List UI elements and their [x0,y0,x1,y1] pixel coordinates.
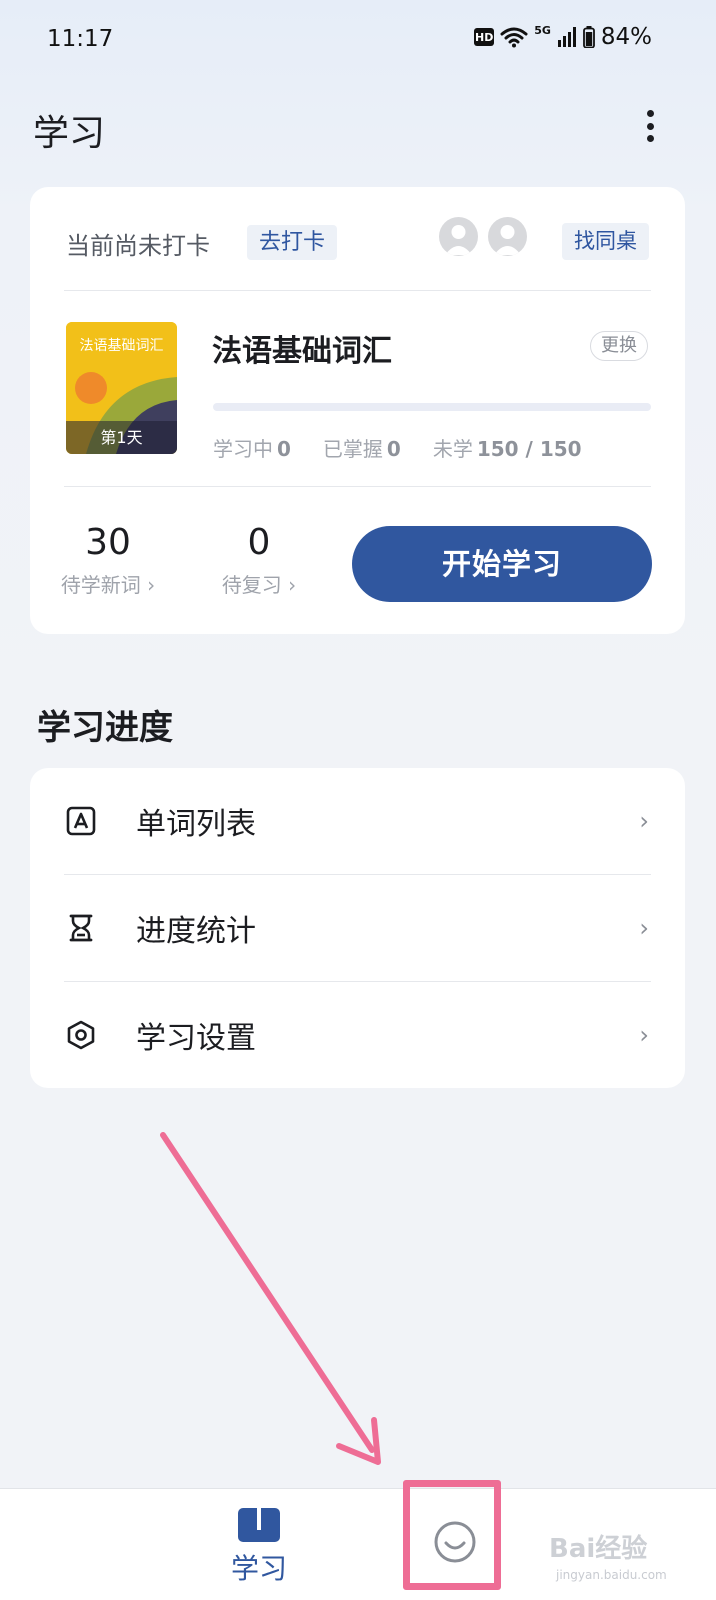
wifi-icon [500,27,528,48]
stat-learning: 学习中 0 [213,437,291,461]
book-cover-day: 第1天 [66,421,177,454]
book-cover-title: 法语基础词汇 [79,338,164,354]
page-title: 学习 [33,113,106,154]
avatar[interactable] [439,217,478,256]
find-deskmate-button[interactable]: 找同桌 [562,223,649,260]
chevron-right-icon: › [639,914,649,942]
nav-tab-study[interactable]: 学习 [224,1507,294,1587]
menu-item-label: 学习设置 [136,1021,256,1056]
stat-mastered: 已掌握 0 [322,437,401,461]
user-placeholder-icon [445,225,472,255]
more-dot-icon [646,110,654,117]
divider [64,290,651,291]
start-learning-button[interactable]: 开始学习 [352,526,652,602]
book-name: 法语基础词汇 [212,334,392,369]
watermark-logo: Bai经验 [549,1534,648,1564]
avatar[interactable] [488,217,527,256]
network-label: 5G [534,24,551,37]
menu-item-study-settings[interactable]: 学习设置 › [30,982,685,1088]
status-time: 11:17 [47,26,114,52]
menu-item-label: 单词列表 [136,807,256,842]
more-menu-button[interactable] [640,106,660,146]
more-dot-icon [646,135,654,142]
settings-hexagon-icon [67,1020,95,1050]
new-words-block[interactable]: 30 待学新词 › [60,522,156,598]
word-list-icon [66,806,96,836]
hourglass-icon [69,914,93,942]
switch-book-button[interactable]: 更换 [590,331,648,361]
watermark-url: jingyan.baidu.com [556,1568,667,1582]
chevron-right-icon: › [639,1021,649,1049]
divider [64,486,651,487]
book-progress-bar [213,403,651,411]
new-words-count: 30 [85,522,131,563]
book-stats: 学习中 0 已掌握 0 未学 150 / 150 [213,433,582,462]
nav-tab-study-label: 学习 [230,1552,287,1585]
section-title: 学习进度 [37,708,173,748]
battery-icon [582,26,595,48]
status-icons: HD 5G 84% [474,24,652,50]
new-words-label: 待学新词 › [60,573,156,597]
review-block[interactable]: 0 待复习 › [216,522,302,598]
user-placeholder-icon [494,225,521,255]
stat-unlearned: 未学 150 / 150 [432,437,582,461]
battery-percent: 84% [600,24,652,50]
menu-item-label: 进度统计 [136,914,256,949]
annotation-highlight-box [403,1480,501,1590]
menu-item-progress-stats[interactable]: 进度统计 › [30,875,685,981]
book-cover[interactable]: 法语基础词汇 第1天 [66,322,177,454]
review-label: 待复习 › [221,573,297,597]
menu-item-word-list[interactable]: 单词列表 › [30,768,685,874]
checkin-status: 当前尚未打卡 [66,232,210,260]
more-dot-icon [646,122,654,130]
chevron-right-icon: › [639,807,649,835]
checkin-button[interactable]: 去打卡 [247,225,338,260]
review-count: 0 [247,522,271,563]
signal-icon [557,27,576,47]
hd-badge: HD [474,28,495,46]
book-icon [238,1508,280,1542]
